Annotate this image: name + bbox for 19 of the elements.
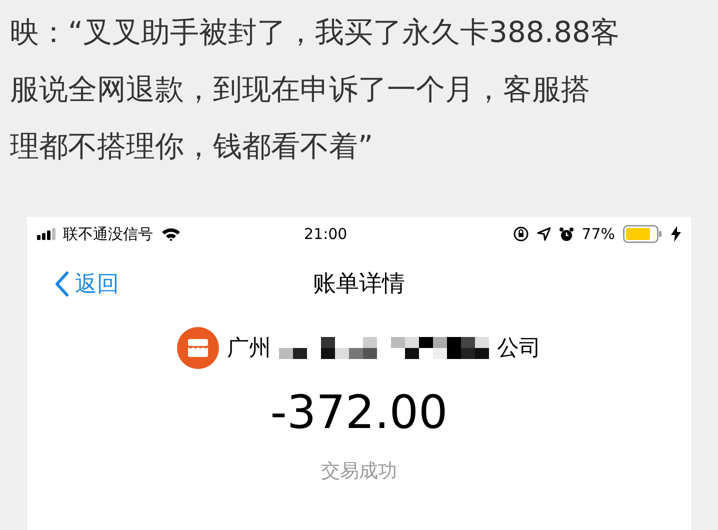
- pixelated-mosaic-icon: [279, 337, 489, 359]
- carrier-name: 联不通没信号: [63, 224, 153, 245]
- shop-icon: [177, 327, 219, 369]
- merchant-name-start: 广州: [227, 334, 271, 362]
- merchant-name-end: 公司: [497, 334, 541, 362]
- page-title: 账单详情: [313, 270, 405, 299]
- clock-time: 21:00: [304, 224, 348, 245]
- battery-icon: [623, 225, 663, 243]
- back-button[interactable]: 返回: [55, 268, 119, 300]
- bill-amount: -372.00: [269, 389, 449, 435]
- back-chevron-icon: [55, 271, 69, 297]
- location-arrow-icon: [536, 227, 551, 241]
- article-paragraph: 映：“叉叉助手被封了，我买了永久卡388.88客 服说全网退款，到现在申诉了一个月，客服搭 理都不搭理你，钱都看不着”: [9, 14, 620, 165]
- wifi-icon: [161, 227, 181, 241]
- rotation-lock-icon: [512, 226, 529, 242]
- alarm-clock-icon: [558, 226, 574, 242]
- charging-bolt-icon: [671, 226, 681, 242]
- transaction-status: 交易成功: [320, 459, 398, 484]
- battery-percent: 77%: [582, 224, 615, 245]
